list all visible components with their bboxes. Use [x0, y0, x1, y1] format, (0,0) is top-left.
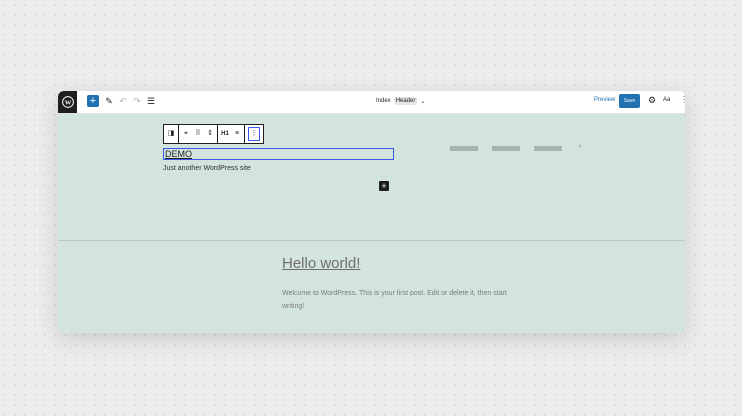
post-title[interactable]: Hello world! — [282, 255, 360, 272]
nav-item-placeholder[interactable] — [534, 146, 562, 151]
block-options-icon[interactable]: ⋮ — [248, 127, 260, 141]
editor-window: W + ✎ ↶ ↷ ☰ Index Header ⌄ Preview Save … — [58, 91, 685, 333]
header-template-part: ◨ ⌖ ⠿ ⇕ H1 ≡ ⋮ DEMO Just another WordPre… — [58, 114, 685, 241]
nav-item-placeholder[interactable] — [492, 146, 520, 151]
svg-text:W: W — [64, 99, 71, 106]
preview-button[interactable]: Preview — [594, 97, 615, 103]
align-left-icon[interactable]: ≡ — [233, 126, 241, 142]
drag-handle-icon[interactable]: ⠿ — [194, 126, 202, 142]
template-part-badge: Header — [393, 97, 418, 105]
wordpress-logo-icon[interactable]: W — [58, 91, 77, 113]
block-toolbar: ◨ ⌖ ⠿ ⇕ H1 ≡ ⋮ — [163, 124, 264, 144]
site-tagline[interactable]: Just another WordPress site — [163, 165, 251, 172]
nav-item-placeholder[interactable] — [450, 146, 478, 151]
styles-button[interactable]: Aa — [663, 97, 670, 103]
block-type-icon[interactable]: ◨ — [167, 126, 175, 142]
search-icon[interactable]: ⌕ — [578, 143, 582, 151]
heading-level-button[interactable]: H1 — [221, 126, 229, 142]
block-format-group: H1 ≡ — [218, 125, 245, 143]
location-pin-icon[interactable]: ⌖ — [182, 126, 190, 142]
header-divider — [58, 240, 685, 241]
post-excerpt: Welcome to WordPress. This is your first… — [282, 290, 507, 310]
more-options-icon[interactable]: ⋮ — [680, 95, 685, 104]
site-title[interactable]: DEMO — [163, 148, 394, 160]
block-mover-group: ⌖ ⠿ ⇕ — [179, 125, 218, 143]
move-up-down-icon[interactable]: ⇕ — [206, 126, 214, 142]
block-options-group: ⋮ — [245, 125, 263, 143]
add-block-button[interactable]: + — [87, 95, 99, 107]
settings-gear-icon[interactable]: ⚙ — [648, 95, 656, 106]
undo-icon[interactable]: ↶ — [117, 95, 129, 108]
list-view-icon[interactable]: ☰ — [145, 95, 157, 108]
editor-top-toolbar: W + ✎ ↶ ↷ ☰ Index Header ⌄ Preview Save … — [58, 91, 685, 114]
block-inserter-button[interactable]: + — [379, 181, 389, 191]
pencil-tool-icon[interactable]: ✎ — [103, 95, 115, 108]
block-type-group: ◨ — [164, 125, 179, 143]
document-title[interactable]: Index Header ⌄ — [376, 97, 425, 105]
document-title-label: Index — [376, 98, 391, 104]
save-button[interactable]: Save — [619, 94, 640, 108]
chevron-down-icon: ⌄ — [420, 98, 426, 105]
redo-icon[interactable]: ↷ — [131, 95, 143, 108]
